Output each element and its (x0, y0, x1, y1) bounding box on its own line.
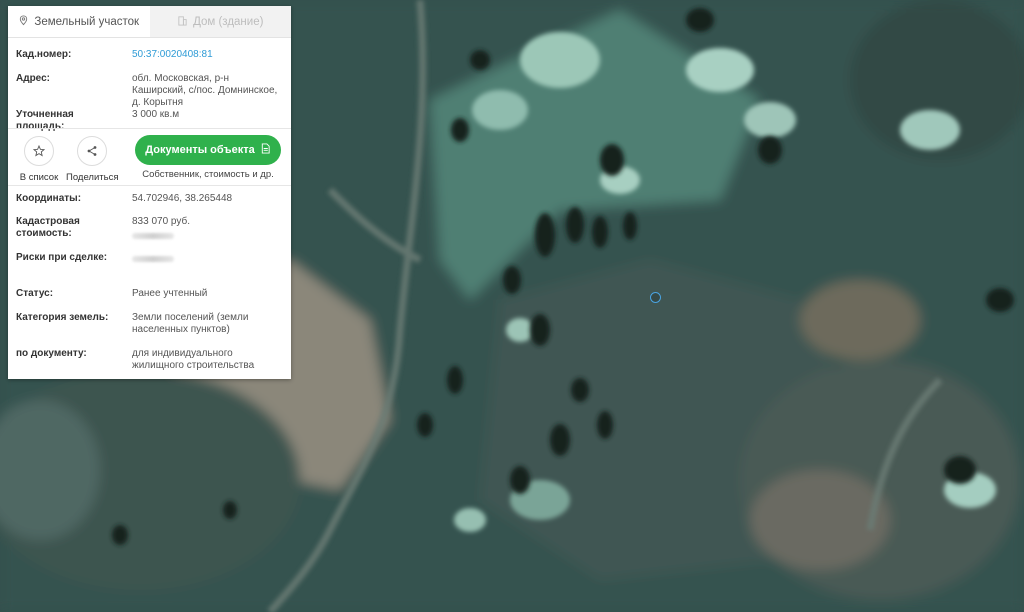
cadastral-number-label: Кад.номер: (16, 49, 72, 60)
land-category-label: Категория земель: (16, 312, 109, 323)
area-label: Уточненная площадь: (16, 109, 74, 132)
address-value: обл. Московская, р-н Каширский, с/пос. Д… (132, 73, 278, 108)
tab-house[interactable]: Дом (здание) (149, 6, 291, 37)
tab-land-plot-label: Земельный участок (34, 15, 140, 28)
coordinates-label: Координаты: (16, 193, 82, 204)
add-to-list-button[interactable]: В список (18, 136, 60, 183)
location-marker[interactable] (650, 292, 661, 303)
star-icon[interactable] (24, 136, 54, 166)
pin-icon (18, 14, 29, 29)
blurred-risks (132, 256, 174, 262)
cadastral-number-link[interactable]: 50:37:0020408:81 (132, 49, 282, 61)
documents-button-label: Документы объекта (145, 144, 255, 156)
status-label: Статус: (16, 288, 54, 299)
add-to-list-label: В список (19, 172, 59, 183)
by-document-value: для индивидуального жилищного строительс… (132, 348, 255, 371)
address-label: Адрес: (16, 73, 50, 84)
risks-label: Риски при сделке: (16, 252, 108, 263)
blurred-value (132, 233, 174, 239)
divider (8, 185, 291, 186)
tab-bar: Земельный участок Дом (здание) (8, 6, 291, 38)
documents-subtitle: Собственник, стоимость и др. (142, 169, 274, 180)
land-category-value: Земли поселений (земли населенных пункто… (132, 312, 249, 335)
share-icon[interactable] (77, 136, 107, 166)
document-icon (260, 143, 271, 157)
cadastral-value: 833 070 руб. (132, 216, 190, 227)
property-info-panel: Земельный участок Дом (здание) Кад.номер… (8, 6, 291, 379)
cadastral-value-label: Кадастровая стоимость: (16, 216, 80, 239)
by-document-label: по документу: (16, 348, 87, 359)
tab-house-label: Дом (здание) (193, 15, 264, 28)
building-icon (177, 15, 188, 29)
tab-land-plot[interactable]: Земельный участок (8, 6, 150, 37)
coordinates-value: 54.702946, 38.265448 (132, 193, 233, 204)
status-value: Ранее учтенный (132, 288, 208, 299)
share-button[interactable]: Поделиться (66, 136, 118, 183)
area-value: 3 000 кв.м (132, 109, 180, 120)
divider (8, 128, 291, 129)
share-label: Поделиться (66, 172, 119, 183)
documents-button[interactable]: Документы объекта (135, 135, 281, 165)
